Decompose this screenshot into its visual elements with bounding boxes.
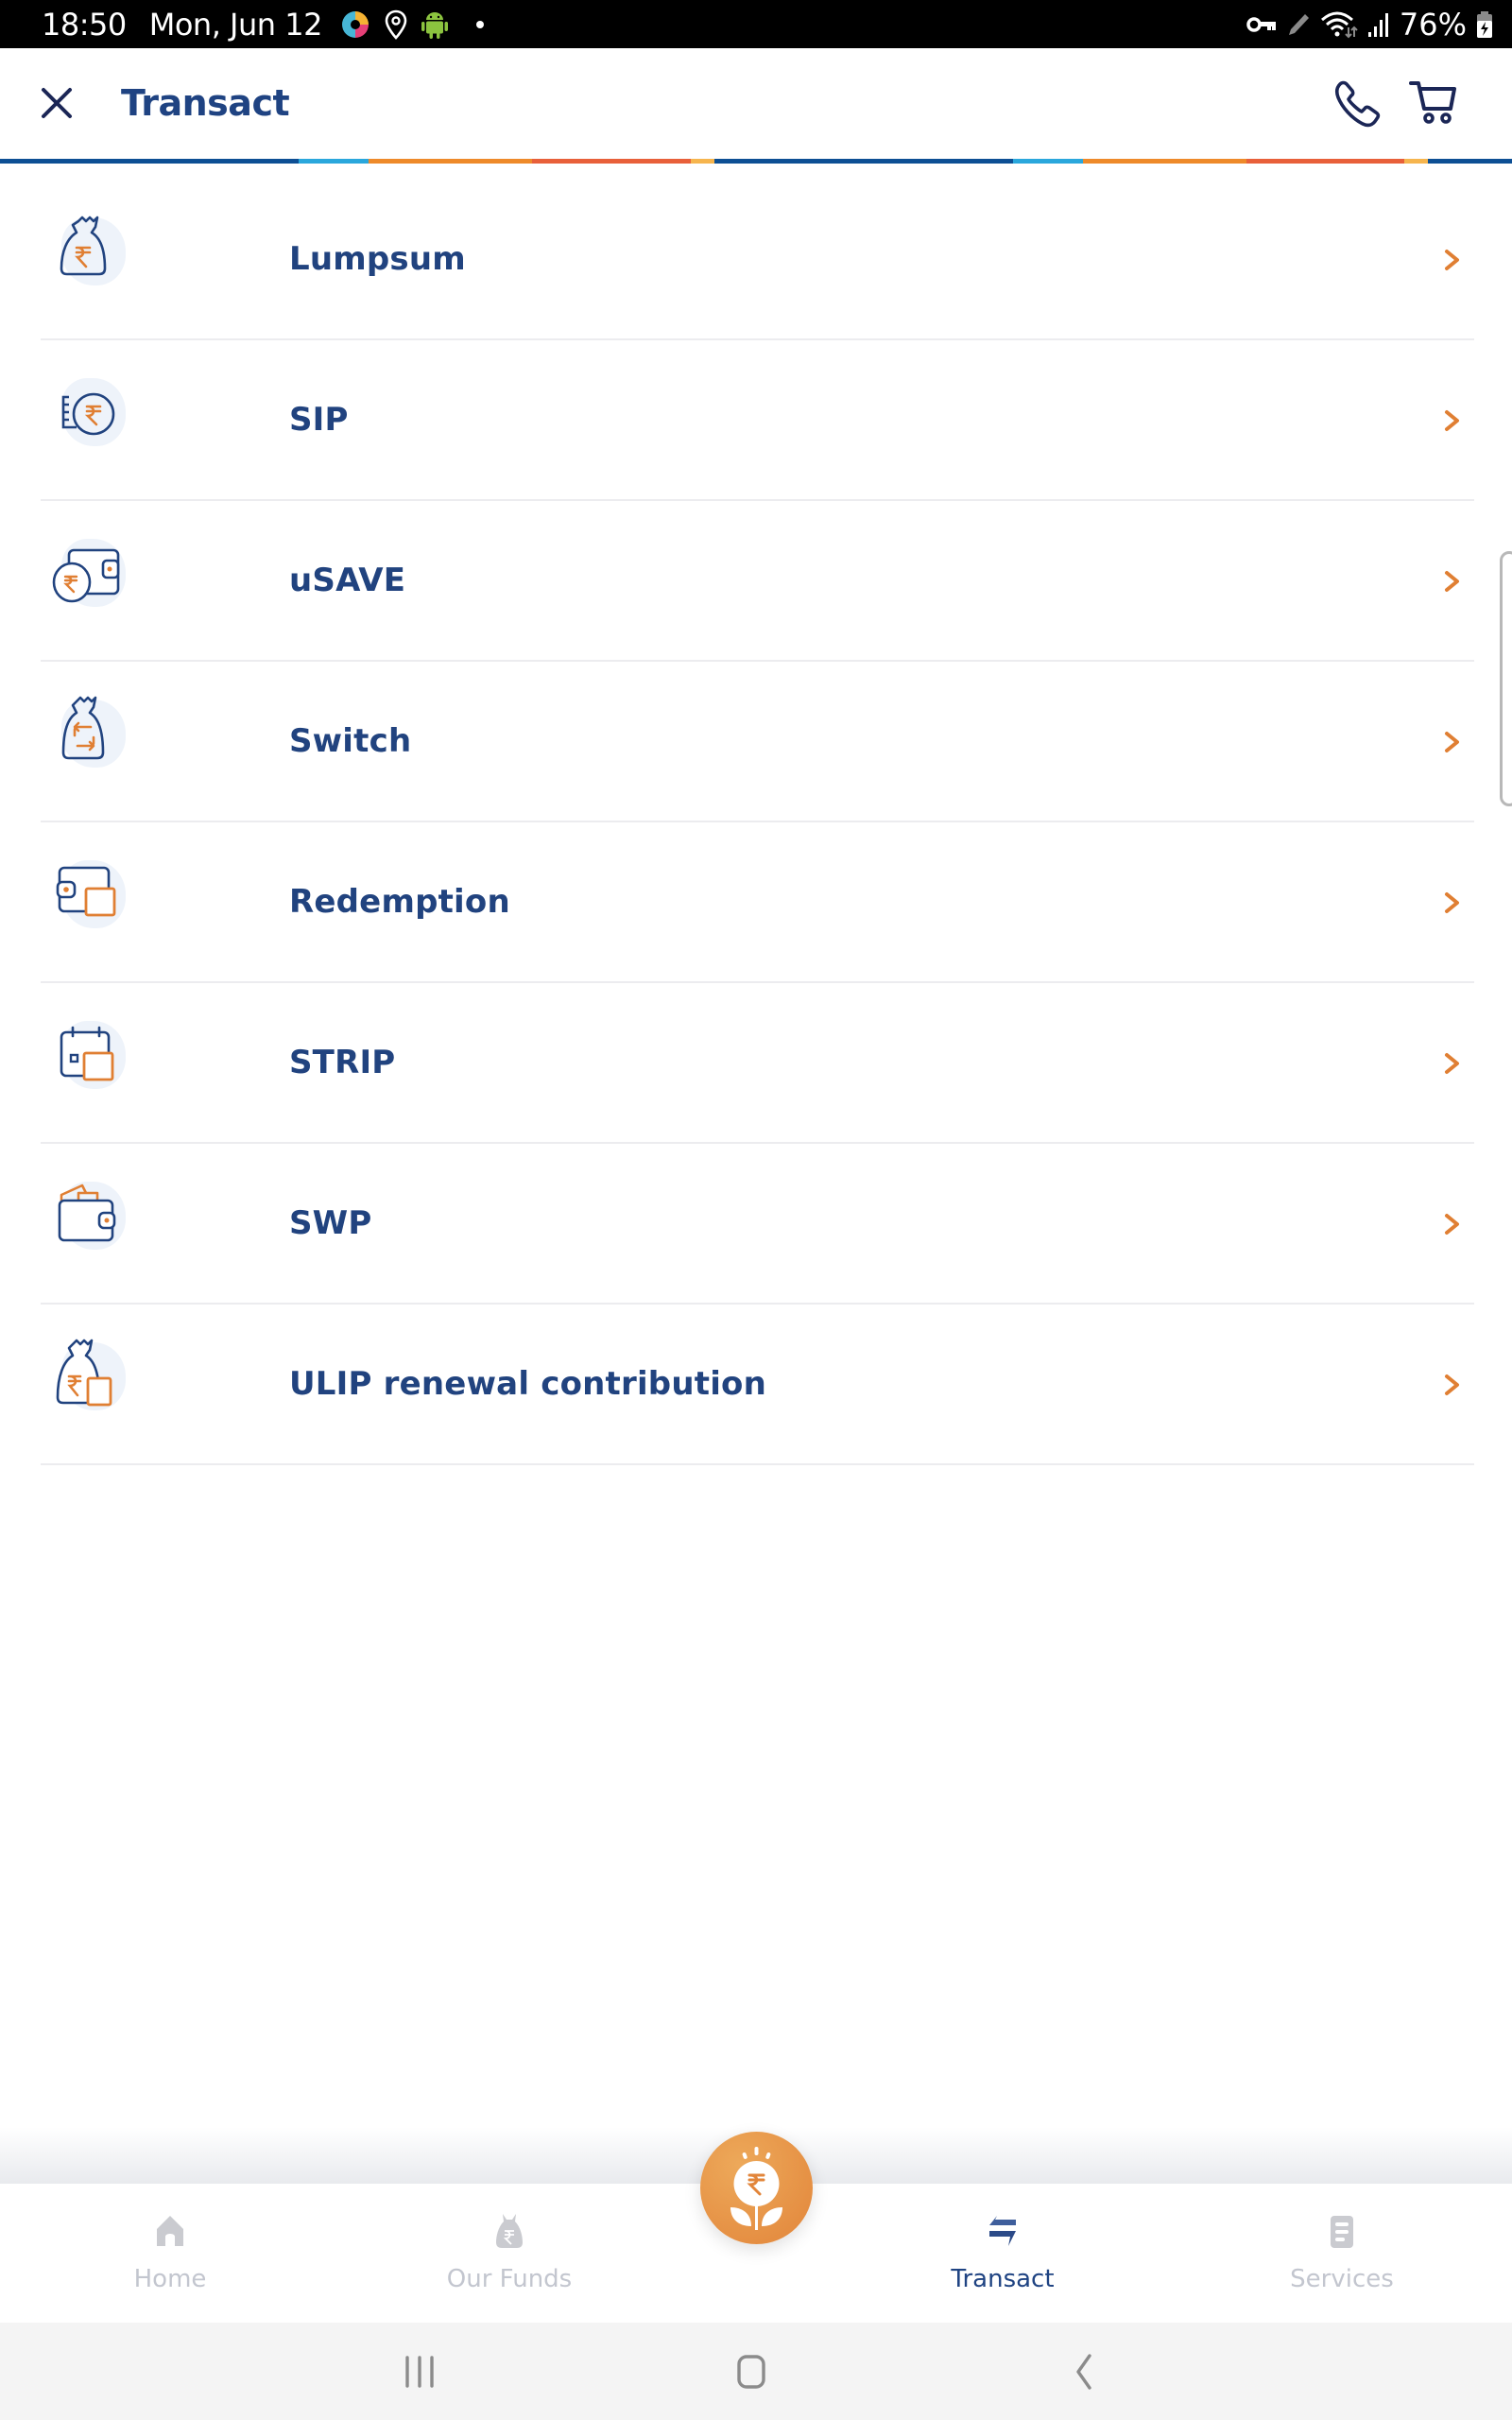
chevron-right-icon xyxy=(1445,410,1459,431)
app-header: Transact xyxy=(0,48,1512,159)
pen-icon xyxy=(1286,11,1311,38)
wallet-redeem-icon xyxy=(50,856,126,932)
cart-icon xyxy=(1409,81,1456,124)
recent-apps-icon xyxy=(405,2356,434,2388)
app-notification-icon xyxy=(339,9,371,41)
menu-item-label: Switch xyxy=(289,722,412,760)
page-title: Transact xyxy=(121,82,290,124)
menu-item-swp[interactable]: SWP xyxy=(41,1144,1474,1305)
menu-item-label: uSAVE xyxy=(289,562,406,599)
wifi-icon xyxy=(1320,10,1358,39)
money-bag-switch-icon xyxy=(50,696,126,771)
status-date: Mon, Jun 12 xyxy=(148,6,323,43)
menu-item-usave[interactable]: uSAVE xyxy=(41,501,1474,662)
stripe-segment xyxy=(531,159,691,164)
fund-bag-icon xyxy=(496,2214,523,2248)
nav-label: Services xyxy=(1290,2265,1394,2293)
menu-item-label: Redemption xyxy=(289,883,510,921)
nav-item-our-funds[interactable]: Our Funds xyxy=(387,2184,632,2323)
home-circle-icon xyxy=(737,2355,765,2389)
stripe-segment xyxy=(1246,159,1405,164)
nav-label: Transact xyxy=(951,2265,1055,2293)
close-icon xyxy=(42,88,72,118)
menu-item-redemption[interactable]: Redemption xyxy=(41,822,1474,983)
back-icon xyxy=(1076,2354,1091,2390)
menu-item-lumpsum[interactable]: Lumpsum xyxy=(41,180,1474,340)
stripe-segment xyxy=(713,159,1013,164)
transact-menu-list: Lumpsum SIP uSAVE Switch Redemption STRI… xyxy=(0,180,1512,1465)
back-button[interactable] xyxy=(1056,2346,1112,2399)
status-bar: 18:50 Mon, Jun 12 76% xyxy=(0,0,1512,48)
services-icon xyxy=(1331,2216,1353,2248)
nav-item-home[interactable]: Home xyxy=(47,2184,293,2323)
menu-item-strip[interactable]: STRIP xyxy=(41,983,1474,1144)
invest-fab-button[interactable] xyxy=(700,2132,813,2244)
brand-stripe xyxy=(0,159,1512,164)
stripe-segment xyxy=(369,159,532,164)
home-system-button[interactable] xyxy=(723,2346,780,2399)
chevron-right-icon xyxy=(1445,1053,1459,1074)
menu-item-switch[interactable]: Switch xyxy=(41,662,1474,822)
money-bag-document-icon xyxy=(50,1339,126,1414)
rupee-coins-icon xyxy=(50,374,126,450)
transfer-icon xyxy=(989,2216,1016,2246)
location-icon xyxy=(385,9,407,40)
system-navigation-bar xyxy=(0,2323,1512,2420)
stripe-segment xyxy=(299,159,369,164)
stripe-segment xyxy=(1428,159,1512,164)
nav-label: Home xyxy=(133,2265,207,2293)
battery-percentage: 76% xyxy=(1399,6,1467,43)
menu-item-label: SWP xyxy=(289,1204,372,1242)
status-time: 18:50 xyxy=(42,6,127,43)
menu-item-ulip-renewal[interactable]: ULIP renewal contribution xyxy=(41,1305,1474,1465)
signal-icon xyxy=(1367,10,1390,39)
menu-item-label: ULIP renewal contribution xyxy=(289,1365,767,1403)
nav-label: Our Funds xyxy=(446,2265,573,2293)
dot-icon xyxy=(475,20,485,29)
stripe-segment xyxy=(1404,159,1429,164)
chevron-right-icon xyxy=(1445,571,1459,592)
menu-item-label: SIP xyxy=(289,401,349,439)
call-button[interactable] xyxy=(1331,77,1383,130)
nav-item-transact[interactable]: Transact xyxy=(880,2184,1125,2323)
close-button[interactable] xyxy=(38,84,76,122)
wallet-coin-icon xyxy=(50,535,126,611)
stripe-segment xyxy=(1082,159,1246,164)
menu-item-label: STRIP xyxy=(289,1044,396,1081)
chevron-right-icon xyxy=(1445,1214,1459,1235)
chevron-right-icon xyxy=(1445,250,1459,270)
edge-panel-handle[interactable] xyxy=(1500,551,1512,806)
calendar-icon xyxy=(50,1017,126,1093)
cart-button[interactable] xyxy=(1408,75,1461,128)
menu-item-label: Lumpsum xyxy=(289,240,466,278)
money-bag-rupee-icon xyxy=(50,214,126,289)
menu-item-sip[interactable]: SIP xyxy=(41,340,1474,501)
stripe-segment xyxy=(1012,159,1083,164)
chevron-right-icon xyxy=(1445,1374,1459,1395)
battery-charging-icon xyxy=(1476,10,1493,39)
nav-item-services[interactable]: Services xyxy=(1219,2184,1465,2323)
chevron-right-icon xyxy=(1445,892,1459,913)
home-icon xyxy=(157,2216,183,2246)
chevron-right-icon xyxy=(1445,732,1459,752)
phone-icon xyxy=(1334,80,1381,128)
stripe-segment xyxy=(690,159,714,164)
recent-apps-button[interactable] xyxy=(391,2346,448,2399)
vpn-key-icon xyxy=(1246,15,1277,34)
rupee-plant-icon xyxy=(730,2147,782,2230)
stripe-segment xyxy=(0,159,300,164)
android-icon xyxy=(421,9,449,40)
wallet-cards-icon xyxy=(50,1178,126,1253)
